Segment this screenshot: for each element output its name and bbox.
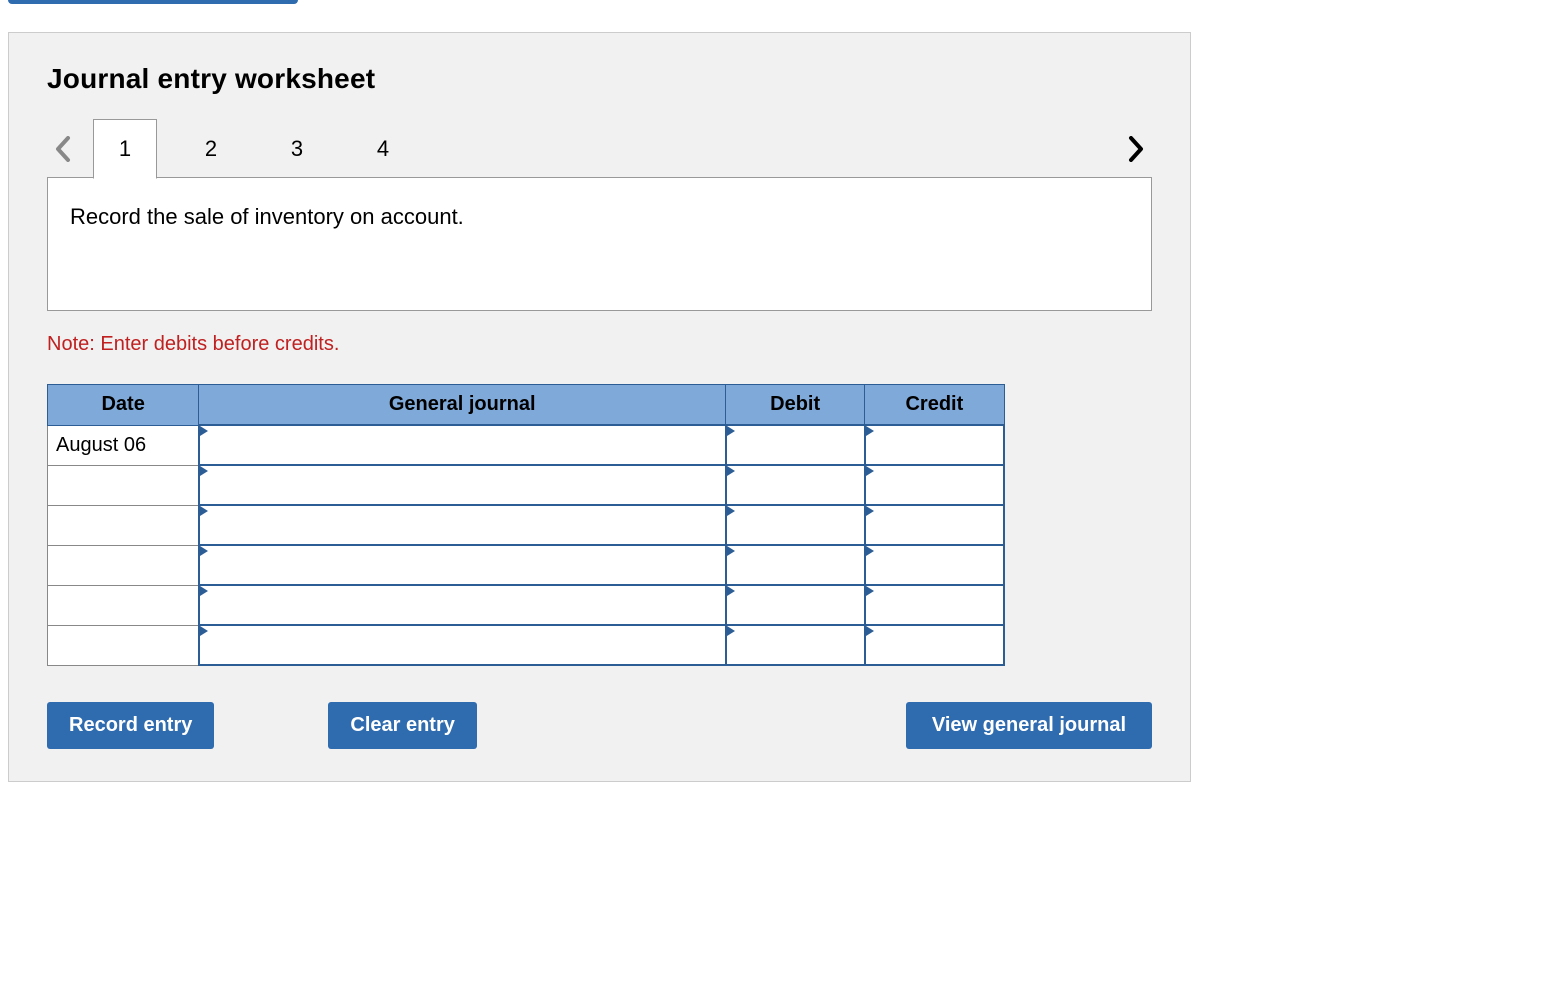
note-text: Note: Enter debits before credits. <box>47 333 1152 356</box>
table-row: August 06 <box>48 425 1005 465</box>
instruction-text: Record the sale of inventory on account. <box>70 204 464 229</box>
tab-label: 3 <box>291 136 303 162</box>
instruction-box: Record the sale of inventory on account. <box>47 177 1152 311</box>
journal-entry-table: Date General journal Debit Credit August… <box>47 384 1005 666</box>
cell-credit[interactable] <box>865 505 1004 545</box>
cell-debit[interactable] <box>726 425 865 465</box>
tab-2[interactable]: 2 <box>179 119 243 179</box>
table-row <box>48 625 1005 665</box>
table-row <box>48 585 1005 625</box>
col-header-journal: General journal <box>199 385 726 426</box>
cell-journal[interactable] <box>199 625 726 665</box>
clear-entry-button[interactable]: Clear entry <box>328 702 477 749</box>
journal-entry-panel: Journal entry worksheet 1 2 3 4 Record t… <box>8 32 1191 782</box>
cell-journal[interactable] <box>199 425 726 465</box>
tab-4[interactable]: 4 <box>351 119 415 179</box>
cell-debit[interactable] <box>726 465 865 505</box>
cell-credit[interactable] <box>865 585 1004 625</box>
cell-journal[interactable] <box>199 465 726 505</box>
page-title: Journal entry worksheet <box>47 63 1152 95</box>
table-row <box>48 465 1005 505</box>
cell-date[interactable] <box>48 545 199 585</box>
cell-credit[interactable] <box>865 425 1004 465</box>
tab-label: 1 <box>119 136 131 162</box>
cell-date[interactable] <box>48 585 199 625</box>
cell-date[interactable] <box>48 625 199 665</box>
table-row <box>48 545 1005 585</box>
top-bar-stub <box>8 0 298 4</box>
cell-debit[interactable] <box>726 585 865 625</box>
cell-credit[interactable] <box>865 465 1004 505</box>
cell-journal[interactable] <box>199 505 726 545</box>
next-arrow-icon[interactable] <box>1120 125 1152 173</box>
cell-journal[interactable] <box>199 585 726 625</box>
col-header-debit: Debit <box>726 385 865 426</box>
cell-debit[interactable] <box>726 625 865 665</box>
cell-date[interactable] <box>48 465 199 505</box>
cell-credit[interactable] <box>865 545 1004 585</box>
cell-credit[interactable] <box>865 625 1004 665</box>
prev-arrow-icon[interactable] <box>47 125 79 173</box>
col-header-date: Date <box>48 385 199 426</box>
tab-1[interactable]: 1 <box>93 119 157 179</box>
cell-debit[interactable] <box>726 505 865 545</box>
cell-debit[interactable] <box>726 545 865 585</box>
record-entry-button[interactable]: Record entry <box>47 702 214 749</box>
tab-3[interactable]: 3 <box>265 119 329 179</box>
cell-journal[interactable] <box>199 545 726 585</box>
tabs: 1 2 3 4 <box>93 119 415 178</box>
tab-label: 2 <box>205 136 217 162</box>
table-header-row: Date General journal Debit Credit <box>48 385 1005 426</box>
table-row <box>48 505 1005 545</box>
view-general-journal-button[interactable]: View general journal <box>906 702 1152 749</box>
buttons-row: Record entry Clear entry View general jo… <box>47 702 1152 749</box>
tab-label: 4 <box>377 136 389 162</box>
cell-date[interactable] <box>48 505 199 545</box>
tab-nav-row: 1 2 3 4 <box>47 119 1152 178</box>
col-header-credit: Credit <box>865 385 1004 426</box>
cell-date[interactable]: August 06 <box>48 425 199 465</box>
